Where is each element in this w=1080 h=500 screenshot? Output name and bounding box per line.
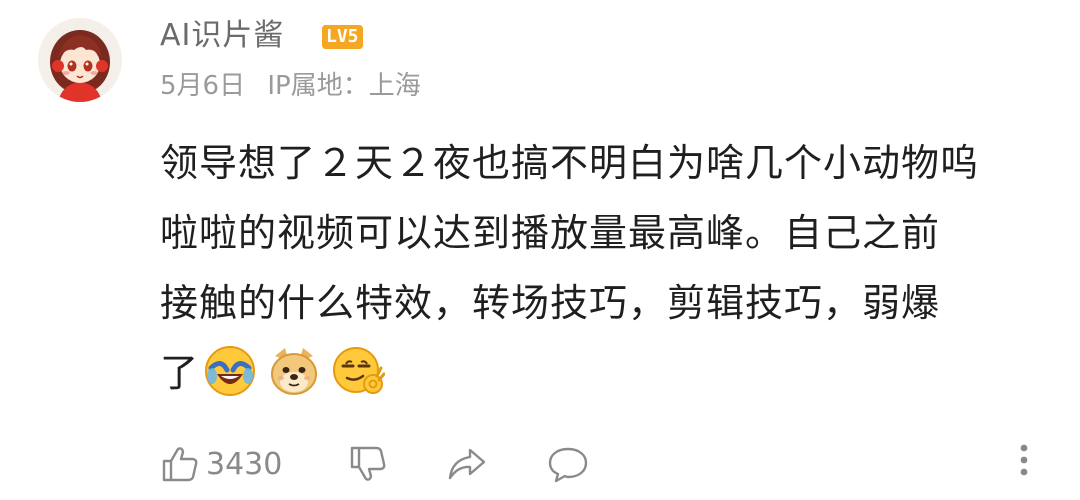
reply-button[interactable]	[546, 442, 590, 486]
share-icon	[448, 448, 486, 480]
vertical-dots-icon	[1020, 444, 1028, 476]
comment-line-text: 了	[160, 351, 200, 395]
avatar[interactable]	[38, 18, 122, 102]
thumbs-up-icon	[162, 447, 198, 482]
comment-card: AI识片酱 LV5 5月6日 IP属地：上海 领导想了２天２夜也搞不明白为啥几个…	[0, 0, 1080, 500]
comment-text: 领导想了２天２夜也搞不明白为啥几个小动物呜 啦啦的视频可以达到播放量最高峰。自己…	[160, 128, 1040, 408]
more-options-button[interactable]	[1014, 438, 1034, 482]
comment-meta: 5月6日 IP属地：上海	[160, 70, 421, 102]
laugh-cry-emoji	[205, 346, 256, 396]
like-count: 3430	[206, 446, 283, 482]
comment-line: 领导想了２天２夜也搞不明白为啥几个小动物呜	[160, 141, 980, 185]
comment-last-line: 了	[160, 338, 1040, 408]
dislike-button[interactable]	[348, 442, 388, 486]
doge-emoji	[271, 348, 318, 395]
comment-actions: 3430	[0, 432, 1080, 492]
thumbs-down-icon	[350, 446, 386, 481]
comment-line: 啦啦的视频可以达到播放量最高峰。自己之前	[160, 211, 941, 255]
comment-line: 接触的什么特效，转场技巧，剪辑技巧，弱爆	[160, 281, 941, 325]
ip-location: IP属地：上海	[267, 71, 421, 101]
comment-date: 5月6日	[160, 71, 246, 101]
smirk-ok-emoji	[333, 347, 386, 394]
share-button[interactable]	[446, 442, 488, 486]
like-button[interactable]: 3430	[160, 442, 282, 486]
level-badge: LV5	[322, 25, 363, 49]
username[interactable]: AI识片酱	[160, 18, 284, 54]
avatar-illustration	[38, 18, 122, 102]
comment-icon	[548, 447, 588, 483]
